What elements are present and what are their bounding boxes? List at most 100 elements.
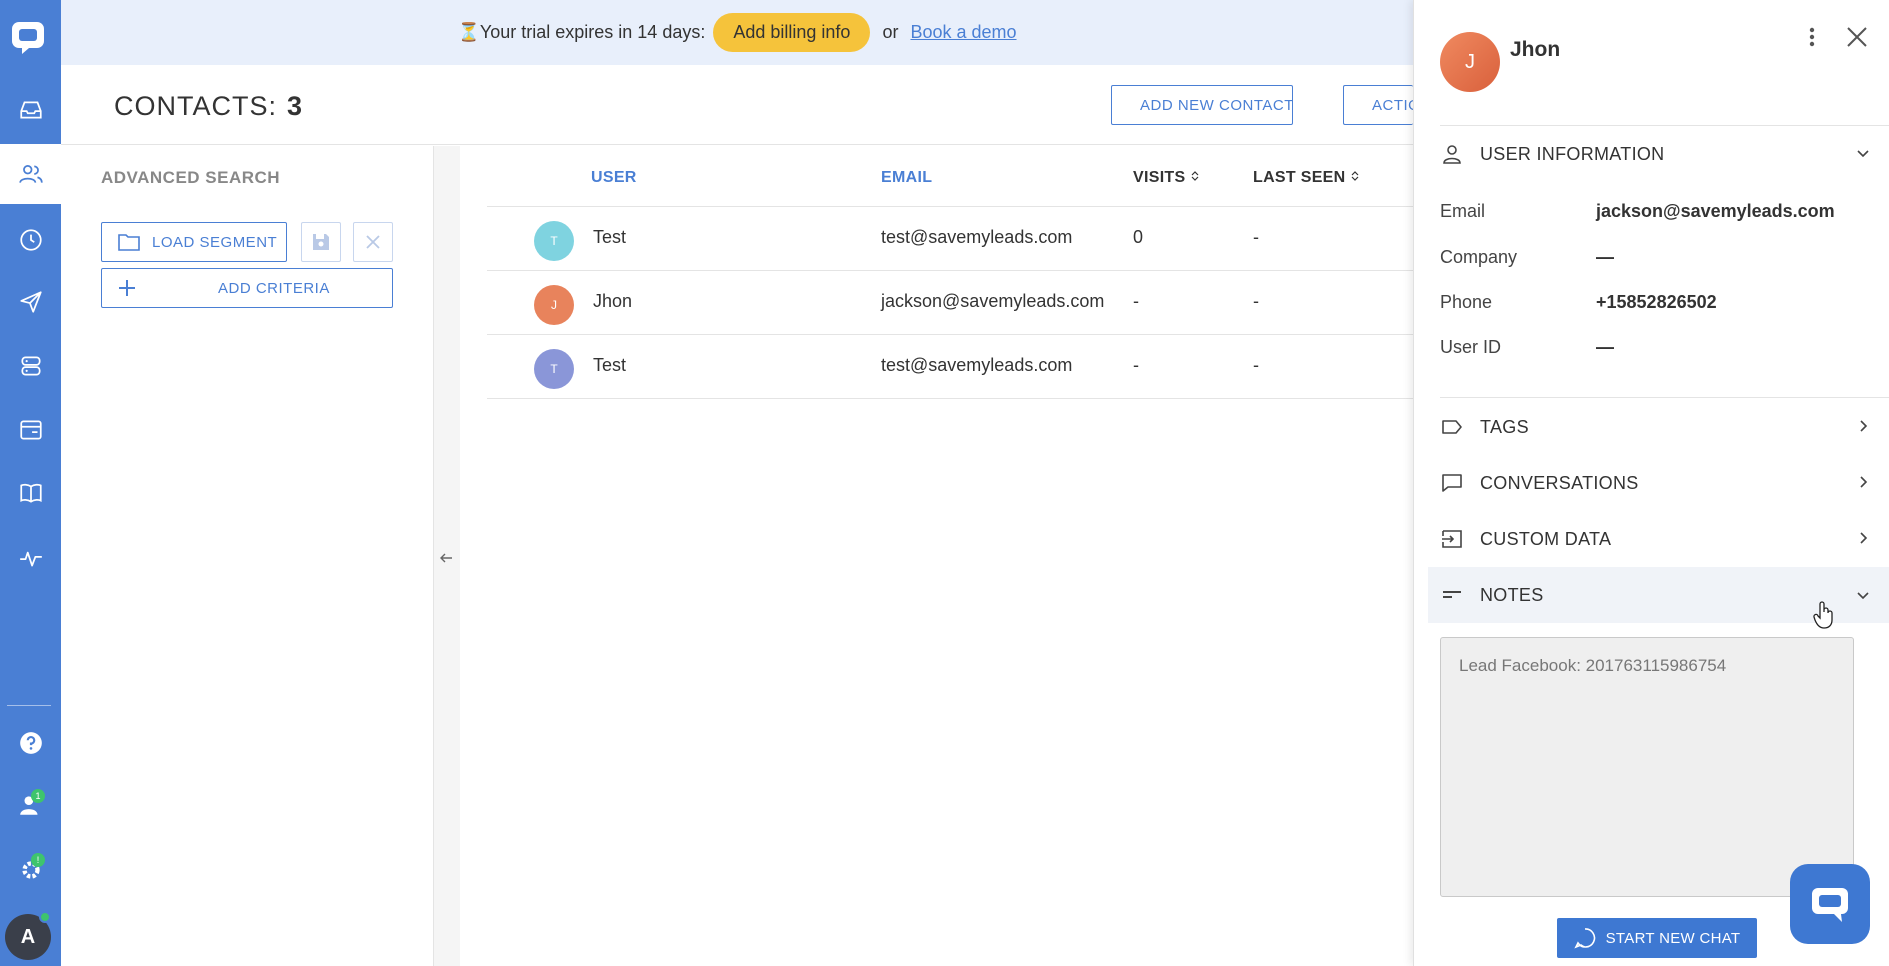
book-demo-link[interactable]: Book a demo: [910, 22, 1016, 43]
advanced-search-panel: ADVANCED SEARCH LOAD SEGMENT ADD CRITERI…: [61, 146, 434, 966]
import-icon: [1442, 530, 1462, 548]
custom-data-section[interactable]: CUSTOM DATA: [1440, 519, 1889, 559]
contact-name: Jhon: [1510, 38, 1561, 61]
column-visits-label: VISITS: [1133, 169, 1186, 186]
user-name: Test: [593, 355, 627, 375]
notes-icon: [1443, 591, 1461, 598]
sidebar-divider: [7, 705, 51, 706]
app-logo-icon[interactable]: [10, 19, 46, 55]
start-new-chat-label: START NEW CHAT: [1605, 929, 1741, 947]
sidebar-item-analytics[interactable]: [0, 528, 61, 588]
user-last-seen: -: [1253, 227, 1259, 247]
actions-label: ACTIONS: [1372, 96, 1413, 114]
tags-section[interactable]: TAGS: [1440, 407, 1889, 447]
online-status-dot: [39, 911, 51, 923]
add-billing-button[interactable]: Add billing info: [713, 13, 871, 52]
load-segment-label: LOAD SEGMENT: [152, 233, 278, 251]
panel-divider: [1440, 125, 1889, 126]
clock-icon: [19, 229, 42, 251]
sidebar-item-team[interactable]: [0, 775, 61, 835]
user-visits: -: [1133, 291, 1139, 311]
conversations-section[interactable]: CONVERSATIONS: [1440, 463, 1889, 503]
user-email: test@savemyleads.com: [881, 355, 1073, 375]
tags-title: TAGS: [1480, 416, 1529, 437]
sort-icon: [1191, 171, 1199, 181]
notes-title: NOTES: [1480, 584, 1544, 605]
start-new-chat-button[interactable]: START NEW CHAT: [1557, 918, 1757, 958]
user-email: jackson@savemyleads.com: [881, 291, 1105, 311]
more-options-icon[interactable]: [1802, 24, 1822, 52]
user-information-section[interactable]: USER INFORMATION: [1440, 134, 1889, 174]
sidebar-item-inbox[interactable]: [0, 80, 61, 140]
chat-widget-icon: [1812, 888, 1848, 922]
sidebar-item-bots[interactable]: [0, 336, 61, 396]
table-row[interactable]: J Jhon jackson@savemyleads.com - -: [487, 271, 1413, 335]
user-visits: 0: [1133, 227, 1144, 247]
column-visits[interactable]: VISITS: [1133, 169, 1200, 187]
chevron-right-icon: [1860, 420, 1868, 432]
chevron-right-icon: [1860, 476, 1868, 488]
company-value: —: [1596, 247, 1614, 267]
table-row[interactable]: T Test test@savemyleads.com 0 -: [487, 207, 1413, 271]
folder-icon: [118, 234, 140, 251]
send-icon: [19, 291, 42, 313]
sidebar-item-help[interactable]: [0, 713, 61, 773]
plus-icon: [119, 280, 135, 296]
trial-banner: ⏳Your trial expires in 14 days: Add bill…: [61, 0, 1413, 65]
users-icon: [18, 165, 43, 183]
user-id-label: User ID: [1440, 337, 1502, 357]
chat-icon: [1573, 928, 1595, 949]
add-criteria-button[interactable]: ADD CRITERIA: [101, 268, 393, 308]
sort-icon: [1351, 171, 1359, 181]
team-badge: 1: [31, 789, 45, 803]
hand-cursor-icon: [1813, 601, 1835, 629]
column-last-seen[interactable]: LAST SEEN: [1253, 169, 1360, 187]
add-new-contact-button[interactable]: ADD NEW CONTACT: [1111, 85, 1293, 125]
column-email[interactable]: EMAIL: [881, 169, 932, 187]
actions-button[interactable]: ACTIONS: [1343, 85, 1413, 125]
chat-widget-button[interactable]: [1790, 864, 1870, 944]
email-value: jackson@savemyleads.com: [1596, 201, 1835, 221]
user-last-seen: -: [1253, 355, 1259, 375]
avatar: T: [534, 349, 574, 389]
user-id-value: —: [1596, 337, 1614, 357]
phone-label: Phone: [1440, 292, 1493, 312]
window-icon: [19, 420, 42, 440]
clear-segment-button[interactable]: [353, 222, 393, 262]
custom-data-title: CUSTOM DATA: [1480, 528, 1612, 549]
settings-badge: !: [31, 853, 45, 867]
help-icon: [19, 732, 42, 754]
add-new-contact-label: ADD NEW CONTACT: [1140, 96, 1293, 114]
advanced-search-title: ADVANCED SEARCH: [101, 168, 281, 187]
save-segment-button[interactable]: [301, 222, 341, 262]
chevron-down-icon: [1857, 150, 1869, 158]
email-label: Email: [1440, 201, 1486, 221]
user-name: Test: [593, 227, 627, 247]
contact-avatar: J: [1440, 32, 1500, 92]
collapse-arrow-icon[interactable]: [438, 550, 456, 572]
trial-text: ⏳Your trial expires in 14 days:: [457, 22, 706, 42]
book-icon: [19, 483, 42, 503]
table-row[interactable]: T Test test@savemyleads.com - -: [487, 335, 1413, 399]
load-segment-button[interactable]: LOAD SEGMENT: [101, 222, 287, 262]
tag-icon: [1442, 420, 1462, 434]
close-panel-icon[interactable]: [1844, 24, 1870, 50]
sidebar-item-knowledge-base[interactable]: [0, 463, 61, 523]
user-visits: -: [1133, 355, 1139, 375]
sidebar-item-contacts[interactable]: [0, 144, 61, 204]
notes-textarea[interactable]: Lead Facebook: 201763115986754: [1440, 637, 1854, 897]
company-label: Company: [1440, 247, 1518, 267]
person-icon: [1443, 145, 1461, 164]
contact-detail-panel: J Jhon USER INFORMATION Email jackson@sa…: [1413, 0, 1889, 966]
sidebar-item-campaigns[interactable]: [0, 272, 61, 332]
main-sidebar: 1 ! A: [0, 0, 61, 966]
sidebar-item-widgets[interactable]: [0, 400, 61, 460]
user-name: Jhon: [593, 291, 633, 311]
contacts-count: 3: [287, 91, 304, 121]
or-text: or: [882, 22, 899, 42]
save-icon: [313, 234, 329, 250]
sidebar-item-settings[interactable]: [0, 840, 61, 900]
column-user[interactable]: USER: [591, 169, 637, 187]
user-last-seen: -: [1253, 291, 1259, 311]
sidebar-item-history[interactable]: [0, 210, 61, 270]
